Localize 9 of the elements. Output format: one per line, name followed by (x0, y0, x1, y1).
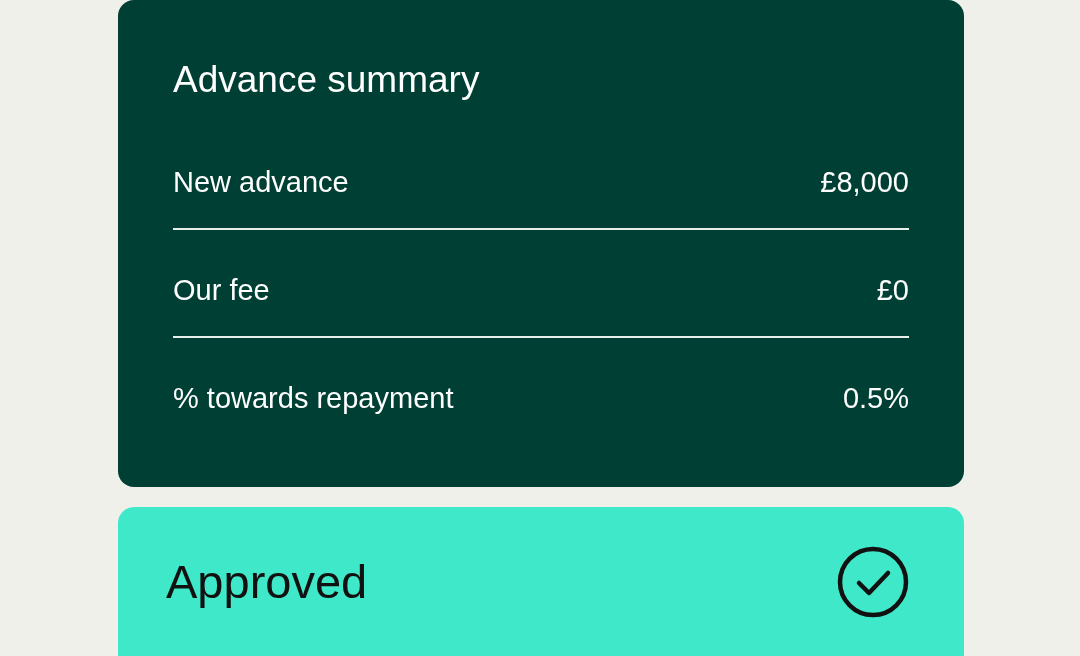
row-value: £8,000 (820, 165, 909, 200)
status-label: Approved (166, 554, 368, 609)
row-value: 0.5% (842, 381, 909, 416)
row-label: % towards repayment (173, 381, 454, 416)
checkmark-circle-icon (837, 545, 909, 618)
summary-title: Advance summary (173, 58, 481, 102)
row-label: New advance (173, 165, 349, 200)
row-label: Our fee (173, 273, 270, 308)
row-value: £0 (876, 273, 909, 308)
